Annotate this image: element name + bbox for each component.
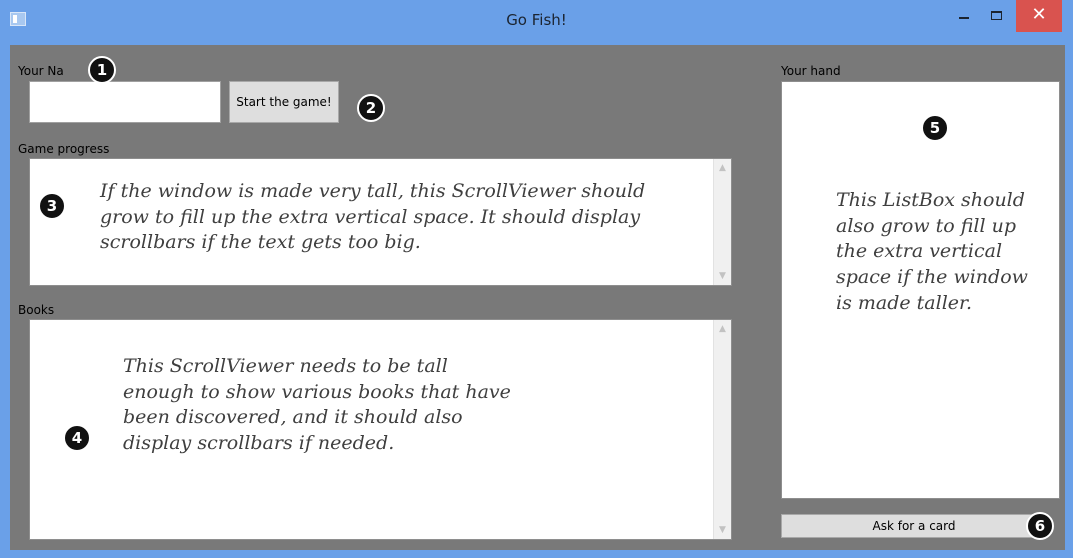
scroll-down-icon[interactable]: ▼ [714,521,731,539]
callout-badge-5: 5 [921,114,949,142]
name-input[interactable] [29,81,221,123]
hand-annotation: This ListBox should also grow to fill up… [836,189,1028,314]
maximize-icon [990,11,1002,20]
vertical-scrollbar[interactable]: ▲ ▼ [713,159,731,285]
game-progress-scrollviewer[interactable]: ▲ ▼ If the window is made very tall, thi… [29,158,732,286]
scroll-up-icon[interactable]: ▲ [714,159,731,177]
vertical-scrollbar[interactable]: ▲ ▼ [713,320,731,539]
scroll-down-icon[interactable]: ▼ [714,267,731,285]
callout-badge-2: 2 [357,94,385,122]
callout-badge-4: 4 [63,424,91,452]
maximize-button[interactable] [982,0,1010,32]
close-icon: ✕ [1031,4,1047,25]
your-name-label: Your Na [18,64,64,78]
callout-badge-6: 6 [1026,512,1054,540]
window-client-area: Your Na Start the game! Game progress ▲ … [10,45,1065,550]
title-bar: Go Fish! ✕ [0,0,1073,45]
your-hand-label: Your hand [781,64,841,78]
start-game-button[interactable]: Start the game! [229,81,339,123]
hand-listbox[interactable]: This ListBox should also grow to fill up… [781,81,1060,499]
window-title: Go Fish! [506,11,567,29]
game-progress-annotation: If the window is made very tall, this Sc… [100,180,646,254]
books-label: Books [18,303,55,317]
books-scrollviewer[interactable]: ▲ ▼ This ScrollViewer needs to be tall e… [29,319,732,540]
game-progress-label: Game progress [18,142,110,156]
ask-for-card-button[interactable]: Ask for a card [781,514,1047,538]
minimize-button[interactable] [950,0,978,32]
close-button[interactable]: ✕ [1016,0,1062,32]
minimize-icon [959,17,969,19]
scroll-up-icon[interactable]: ▲ [714,320,731,338]
callout-badge-3: 3 [38,192,66,220]
callout-badge-1: 1 [88,56,116,84]
books-annotation: This ScrollViewer needs to be tall enoug… [123,355,511,454]
